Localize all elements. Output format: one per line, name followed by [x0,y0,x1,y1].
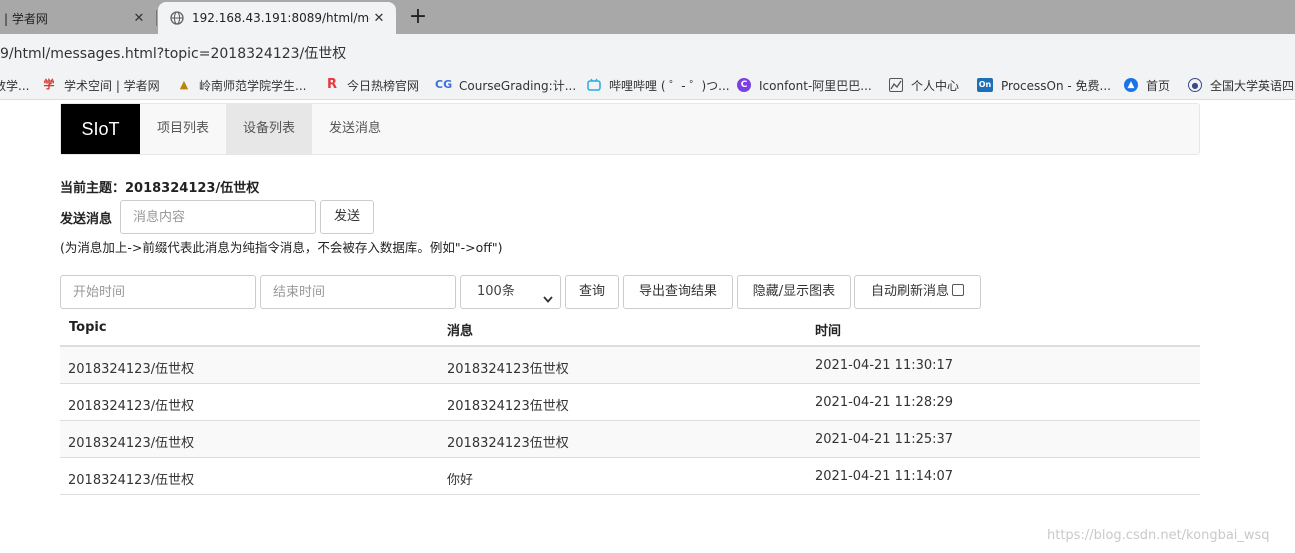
chart-thumbnail-icon [889,78,903,92]
tab-separator [156,10,157,26]
nav-device-list[interactable]: 设备列表 [226,104,312,154]
messages-table: Topic 消息 时间 2018324123/伍世权 2018324123伍世权… [60,310,1200,495]
cell-message: 2018324123伍世权 [447,436,569,451]
bookmark-label: 学术空间 | 学者网 [64,78,160,93]
cell-message: 2018324123伍世权 [447,399,569,414]
cell-topic: 2018324123/伍世权 [68,436,195,451]
send-button[interactable]: 发送 [320,200,374,234]
bookmark-label: 数学... [0,78,30,93]
cell-topic: 2018324123/伍世权 [68,362,195,377]
bookmark-item[interactable]: ● 全国大学英语四 [1188,70,1295,99]
nav-project-list[interactable]: 项目列表 [140,104,226,154]
new-tab-button[interactable]: + [406,4,430,30]
table-header: Topic 消息 时间 [60,310,1200,347]
address-bar[interactable]: 9/html/messages.html?topic=2018324123/伍世… [0,34,1295,70]
table-row: 2018324123/伍世权 2018324123伍世权 2021-04-21 … [60,347,1200,384]
scholar-logo-icon: 学 [43,78,55,91]
limit-select[interactable]: 100条 [460,275,561,309]
address-url[interactable]: 9/html/messages.html?topic=2018324123/伍世… [0,43,346,63]
brand-logo[interactable]: SIoT [61,104,140,154]
table-row: 2018324123/伍世权 你好 2021-04-21 11:14:07 [60,458,1200,495]
letter-r-icon: R [326,77,337,92]
app-navbar: SIoT 项目列表 设备列表 发送消息 [60,103,1200,155]
bookmark-label: Iconfont-阿里巴巴... [759,78,872,93]
cell-topic: 2018324123/伍世权 [68,473,195,488]
coursegrading-icon: CG [435,78,453,91]
close-icon[interactable]: ✕ [370,11,388,26]
close-icon[interactable]: ✕ [130,11,148,26]
browser-tab-strip: | 学者网 ✕ 192.168.43.191:8089/html/me ✕ + [0,0,1295,34]
browser-tab-messages[interactable]: 192.168.43.191:8089/html/me ✕ [158,2,396,34]
bookmark-label: 全国大学英语四 [1210,78,1295,93]
tab-title: 192.168.43.191:8089/html/me [192,11,370,25]
bookmark-label: CourseGrading:计... [459,78,577,93]
bookmark-item[interactable]: ▲ 岭南师范学院学生... [177,70,307,99]
bookmark-item[interactable]: C Iconfont-阿里巴巴... [737,70,872,99]
bookmark-item[interactable]: CG CourseGrading:计... [435,70,577,99]
cell-time: 2021-04-21 11:25:37 [815,432,954,447]
bookmark-label: ProcessOn - 免费... [1001,78,1111,93]
university-logo-icon: ▲ [179,78,189,91]
globe-icon [170,11,184,25]
table-row: 2018324123/伍世权 2018324123伍世权 2021-04-21 … [60,421,1200,458]
current-topic: 当前主题：2018324123/伍世权 [60,181,260,196]
browser-tab-scholar[interactable]: | 学者网 ✕ [0,2,156,34]
send-message-label: 发送消息 [60,212,113,227]
toggle-chart-button[interactable]: 隐藏/显示图表 [737,275,851,309]
bookmark-item[interactable]: 个人中心 [889,70,960,99]
cell-message: 2018324123伍世权 [447,362,569,377]
column-header-time: 时间 [815,324,842,339]
bookmark-item[interactable]: 哔哩哔哩 ( ゜- ゜)つ... [587,70,730,99]
auto-refresh-checkbox[interactable] [952,284,964,296]
bookmarks-bar: 数学... 学 学术空间 | 学者网 ▲ 岭南师范学院学生... R 今日热榜官… [0,70,1295,100]
cell-time: 2021-04-21 11:30:17 [815,358,954,373]
auto-refresh-label: 自动刷新消息 [870,284,949,299]
end-time-input[interactable] [260,275,456,309]
bookmark-item[interactable]: R 今日热榜官网 [325,70,420,99]
csdn-watermark: https://blog.csdn.net/kongbai_wsq [1047,528,1270,543]
start-time-input[interactable] [60,275,256,309]
auto-refresh-button[interactable]: 自动刷新消息 [854,275,981,309]
processon-icon: On [977,78,993,92]
cell-time: 2021-04-21 11:28:29 [815,395,954,410]
cell-message: 你好 [447,473,474,488]
cet-logo-icon: ● [1188,78,1202,92]
bookmark-label: 个人中心 [911,78,960,93]
export-results-button[interactable]: 导出查询结果 [623,275,733,309]
bookmark-item[interactable]: 数学... [0,70,30,99]
bilibili-icon [587,78,601,92]
chevron-down-icon [542,286,554,303]
nav-send-message[interactable]: 发送消息 [312,104,398,154]
iconfont-icon: C [737,78,751,92]
column-header-message: 消息 [447,324,474,339]
limit-select-value: 100条 [477,284,515,299]
cell-topic: 2018324123/伍世权 [68,399,195,414]
cell-time: 2021-04-21 11:14:07 [815,469,954,484]
query-button[interactable]: 查询 [565,275,619,309]
bookmark-label: 首页 [1146,78,1171,93]
bookmark-label: 今日热榜官网 [347,78,420,93]
home-logo-icon: ▲ [1124,78,1138,92]
bookmark-label: 哔哩哔哩 ( ゜- ゜)つ... [609,78,730,93]
bookmark-item[interactable]: ▲ 首页 [1124,70,1171,99]
bookmark-label: 岭南师范学院学生... [199,78,307,93]
column-header-topic: Topic [69,320,107,335]
message-content-input[interactable] [120,200,316,234]
bookmark-item[interactable]: On ProcessOn - 免费... [977,70,1111,99]
table-row: 2018324123/伍世权 2018324123伍世权 2021-04-21 … [60,384,1200,421]
bookmark-item[interactable]: 学 学术空间 | 学者网 [42,70,160,99]
command-hint: (为消息加上->前缀代表此消息为纯指令消息，不会被存入数据库。例如"->off"… [60,240,503,255]
tab-title: | 学者网 [4,11,48,26]
